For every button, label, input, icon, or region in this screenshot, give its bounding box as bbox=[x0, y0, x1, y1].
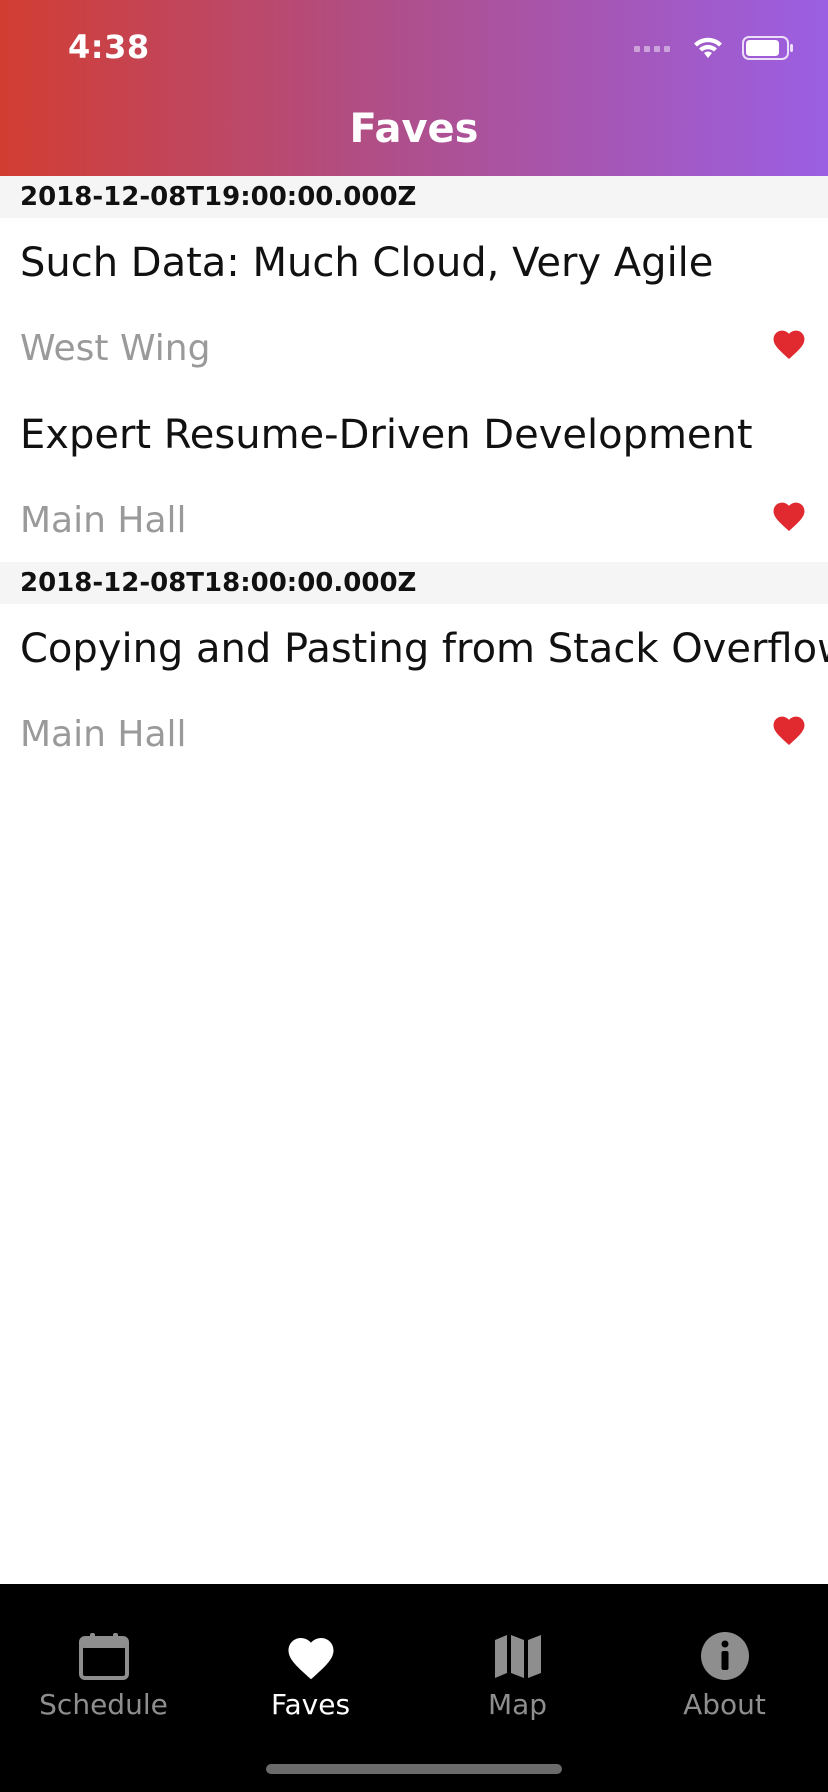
tab-faves[interactable]: Faves bbox=[207, 1584, 414, 1734]
battery-icon bbox=[742, 36, 793, 60]
info-icon bbox=[700, 1632, 749, 1680]
tab-map[interactable]: Map bbox=[414, 1584, 621, 1734]
status-time: 4:38 bbox=[68, 28, 150, 66]
session-title: Expert Resume-Driven Development bbox=[20, 412, 753, 458]
heart-icon[interactable] bbox=[770, 326, 808, 360]
section-header: 2018-12-08T19:00:00.000Z bbox=[0, 176, 828, 218]
session-item[interactable]: Copying and Pasting from Stack Overflow … bbox=[0, 604, 828, 776]
cellular-signal-icon bbox=[634, 46, 670, 52]
faves-list: 2018-12-08T19:00:00.000Z Such Data: Much… bbox=[0, 176, 828, 776]
section-header: 2018-12-08T18:00:00.000Z bbox=[0, 562, 828, 604]
app-header: 4:38 Faves bbox=[0, 0, 828, 176]
heart-icon bbox=[288, 1638, 333, 1680]
tab-about[interactable]: About bbox=[621, 1584, 828, 1734]
tab-label: Faves bbox=[270, 1688, 351, 1721]
session-item[interactable]: Expert Resume-Driven Development Main Ha… bbox=[0, 390, 828, 562]
tab-label: Map bbox=[487, 1688, 548, 1721]
tab-label: Schedule bbox=[39, 1688, 168, 1721]
heart-icon[interactable] bbox=[770, 498, 808, 532]
session-item[interactable]: Such Data: Much Cloud, Very Agile West W… bbox=[0, 218, 828, 390]
status-icons bbox=[634, 36, 794, 60]
tab-bar: Schedule Faves Map About bbox=[0, 1584, 828, 1792]
home-indicator bbox=[266, 1764, 562, 1774]
map-icon bbox=[494, 1635, 541, 1678]
page-title: Faves bbox=[349, 106, 479, 152]
tab-schedule[interactable]: Schedule bbox=[0, 1584, 207, 1734]
session-room: Main Hall bbox=[20, 714, 187, 755]
session-title: Copying and Pasting from Stack Overflow bbox=[20, 626, 828, 672]
session-room: West Wing bbox=[20, 328, 211, 369]
wifi-icon bbox=[694, 37, 722, 58]
heart-icon[interactable] bbox=[770, 712, 808, 746]
session-title: Such Data: Much Cloud, Very Agile bbox=[20, 240, 714, 286]
calendar-icon bbox=[78, 1633, 129, 1680]
tab-label: About bbox=[683, 1688, 766, 1721]
session-room: Main Hall bbox=[20, 500, 187, 541]
